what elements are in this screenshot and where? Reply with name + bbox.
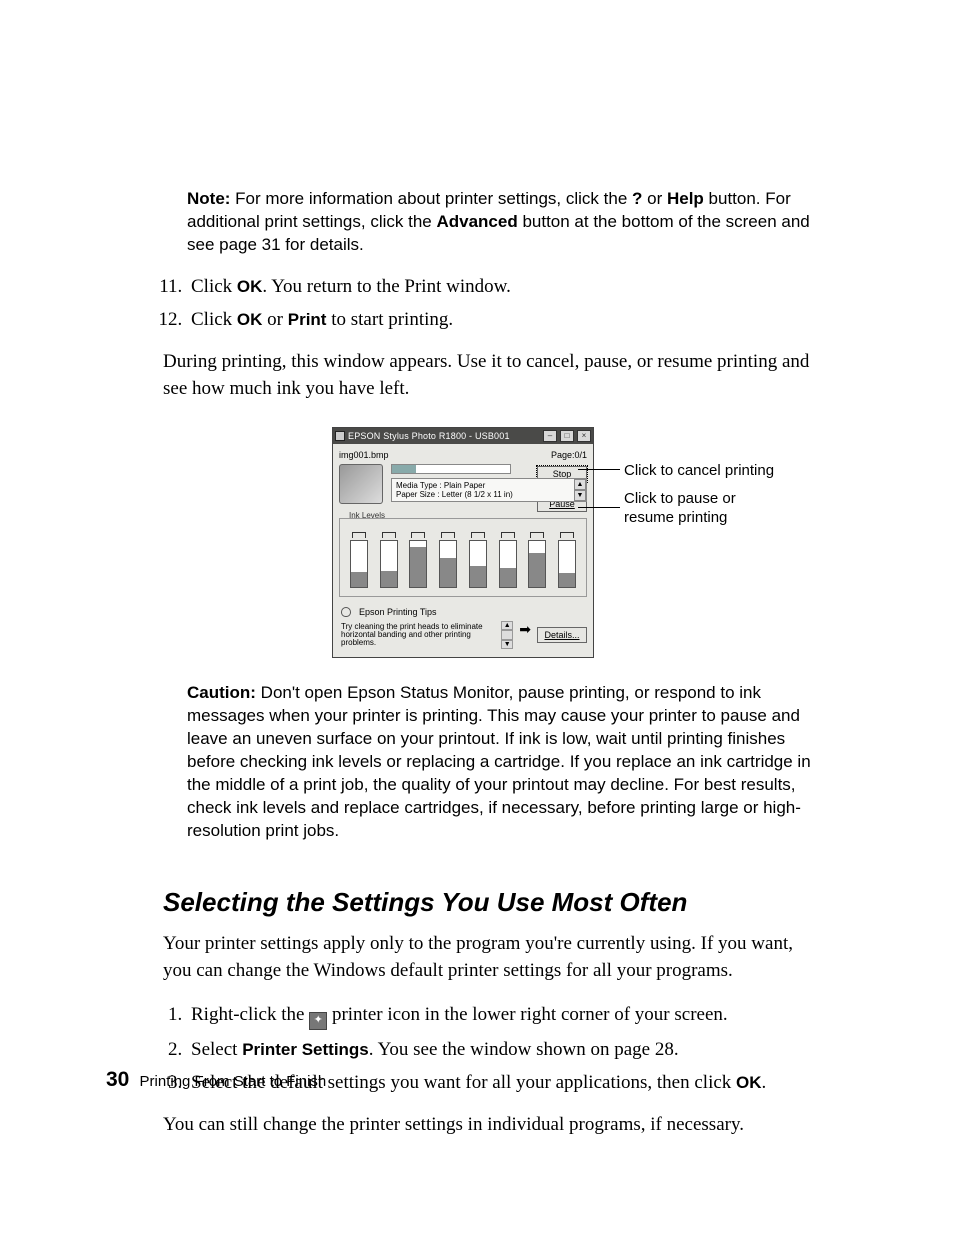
media-type: Media Type : Plain Paper (396, 481, 570, 490)
scroll-down-icon[interactable]: ▼ (501, 640, 513, 649)
ink-cartridge (439, 540, 457, 588)
step-11: Click OK. You return to the Print window… (187, 273, 823, 301)
step-b1-b: printer icon in the lower right corner o… (327, 1004, 727, 1025)
arrow-right-icon: ➡ (519, 621, 531, 649)
note-or: or (642, 189, 667, 208)
paper-size: Paper Size : Letter (8 1/2 x 11 in) (396, 490, 570, 499)
ink-cartridge (528, 540, 546, 588)
step-12-or: or (262, 309, 287, 330)
ink-cartridge (350, 540, 368, 588)
note-text-a: For more information about printer setti… (230, 189, 632, 208)
scroll-down-icon[interactable]: ▼ (574, 490, 586, 501)
media-info: Media Type : Plain Paper Paper Size : Le… (391, 478, 587, 502)
note-block: Note: For more information about printer… (187, 188, 823, 257)
leader-line (578, 507, 620, 508)
caution-text: Don't open Epson Status Monitor, pause p… (187, 683, 811, 840)
lightbulb-icon (341, 607, 351, 617)
section-heading: Selecting the Settings You Use Most Ofte… (163, 887, 823, 918)
titlebar: EPSON Stylus Photo R1800 - USB001 – □ × (333, 428, 593, 444)
caution-label: Caution: (187, 683, 256, 702)
ink-cartridge (409, 540, 427, 588)
scroll-thumb[interactable] (501, 630, 513, 639)
para-settings-intro: Your printer settings apply only to the … (163, 930, 823, 985)
callouts: Click to cancel printing Click to pause … (624, 427, 784, 528)
details-button[interactable]: Details... (537, 627, 587, 643)
progress-bar (391, 464, 511, 474)
print-label: Print (288, 310, 327, 329)
help-label: Help (667, 189, 704, 208)
ok-label: OK (237, 277, 263, 296)
step-b2-b: . You see the window shown on page 28. (369, 1039, 679, 1060)
step-b1: Right-click the ✦ printer icon in the lo… (187, 1001, 823, 1030)
caution-block: Caution: Don't open Epson Status Monitor… (187, 682, 823, 843)
ink-cartridge (380, 540, 398, 588)
figure-status-monitor: EPSON Stylus Photo R1800 - USB001 – □ × … (163, 427, 823, 658)
scroll-up-icon[interactable]: ▲ (574, 479, 586, 490)
step-12-a: Click (191, 309, 237, 330)
ok-label-2: OK (237, 310, 263, 329)
ok-label-3: OK (736, 1073, 762, 1092)
question-mark: ? (632, 189, 642, 208)
step-11-a: Click (191, 276, 237, 297)
ink-cartridge (558, 540, 576, 588)
step-12: Click OK or Print to start printing. (187, 306, 823, 334)
para-closing: You can still change the printer setting… (163, 1111, 823, 1139)
step-11-b: . You return to the Print window. (262, 276, 510, 297)
callout-stop: Click to cancel printing (624, 461, 784, 481)
step-12-b: to start printing. (326, 309, 453, 330)
note-label: Note: (187, 189, 230, 208)
printer-settings-label: Printer Settings (242, 1040, 369, 1059)
minimize-button[interactable]: – (543, 430, 557, 442)
filename: img001.bmp (339, 450, 389, 460)
callout-pause: Click to pause or resume printing (624, 489, 784, 528)
ink-cartridge (499, 540, 517, 588)
page-number: 30 (106, 1068, 129, 1091)
advanced-label: Advanced (436, 212, 517, 231)
leader-line (578, 469, 620, 470)
page-counter: Page:0/1 (551, 450, 587, 460)
close-button[interactable]: × (577, 430, 591, 442)
maximize-button[interactable]: □ (560, 430, 574, 442)
step-b3-b: . (762, 1072, 767, 1093)
window-title: EPSON Stylus Photo R1800 - USB001 (348, 431, 540, 441)
tips-label: Epson Printing Tips (359, 607, 437, 617)
step-b2: Select Printer Settings. You see the win… (187, 1036, 823, 1064)
scroll-up-icon[interactable]: ▲ (501, 621, 513, 630)
status-window: EPSON Stylus Photo R1800 - USB001 – □ × … (332, 427, 594, 658)
para-during-printing: During printing, this window appears. Us… (163, 348, 823, 403)
chapter-title: Printing From Start to Finish (140, 1073, 327, 1090)
app-icon (335, 431, 345, 441)
step-b2-a: Select (191, 1039, 242, 1060)
tray-printer-icon: ✦ (309, 1012, 327, 1030)
tip-text-box: Try cleaning the print heads to eliminat… (339, 621, 513, 649)
page-footer: 30 Printing From Start to Finish (106, 1068, 326, 1092)
printer-icon (339, 464, 383, 504)
ink-cartridge (469, 540, 487, 588)
ink-levels-group (339, 518, 587, 597)
tip-text: Try cleaning the print heads to eliminat… (341, 622, 483, 647)
step-b1-a: Right-click the (191, 1004, 309, 1025)
steps-list-a: Click OK. You return to the Print window… (163, 273, 823, 334)
